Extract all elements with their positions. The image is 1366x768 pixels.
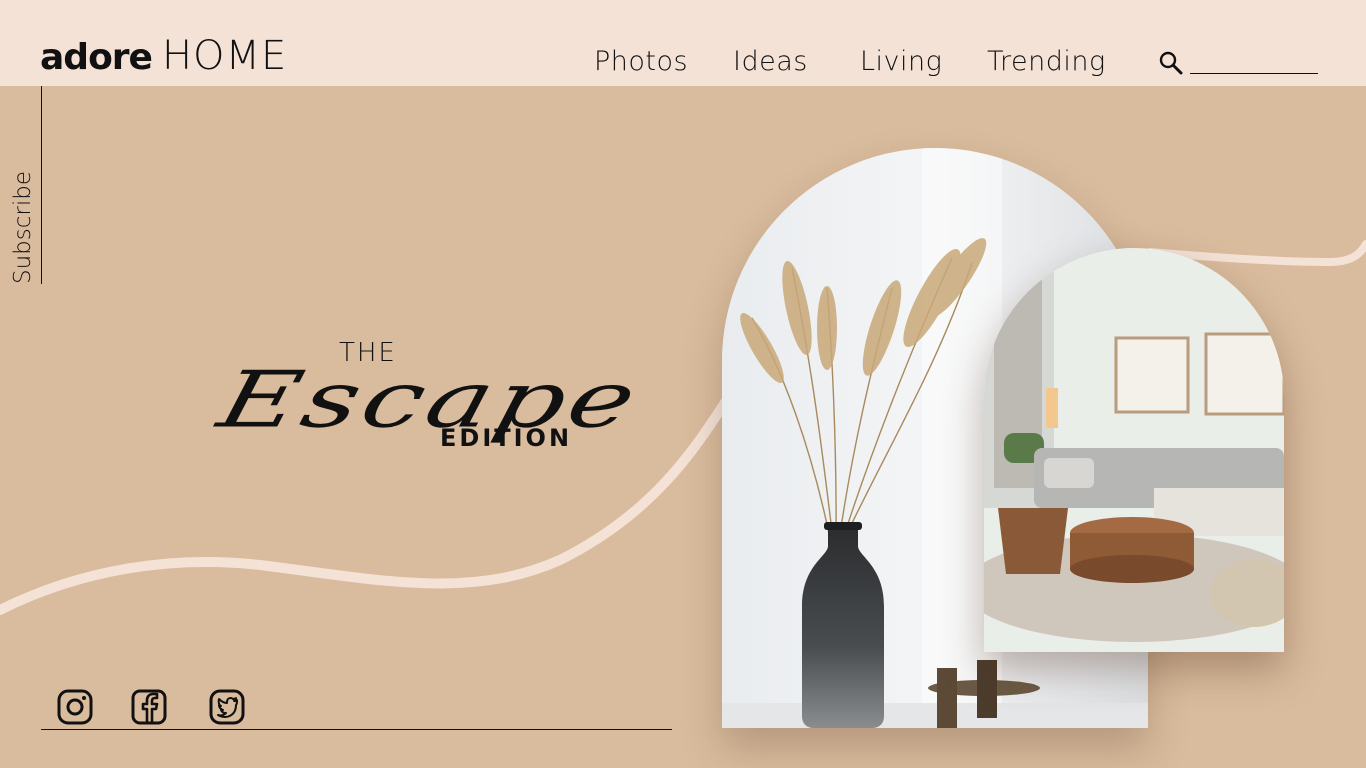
brand-logo[interactable]: adore HOME <box>40 34 287 78</box>
nav-link-ideas[interactable]: Ideas <box>733 46 808 77</box>
brand-logo-light: HOME <box>161 33 288 79</box>
hero-headline: Escape THE EDITION <box>200 310 760 470</box>
twitter-icon[interactable] <box>208 688 246 726</box>
search-icon[interactable] <box>1158 50 1184 76</box>
headline-escape: Escape <box>210 355 649 445</box>
nav-link-trending[interactable]: Trending <box>987 46 1106 77</box>
instagram-icon[interactable] <box>56 688 94 726</box>
footer-divider <box>41 729 672 730</box>
headline-the: THE <box>339 338 397 368</box>
living-room-image <box>984 248 1284 652</box>
headline-edition: EDITION <box>440 424 573 452</box>
facebook-icon[interactable] <box>130 688 168 726</box>
subscribe-label: Subscribe <box>10 170 36 284</box>
search-input[interactable] <box>1190 50 1318 74</box>
subscribe-link[interactable]: Subscribe <box>0 86 42 284</box>
nav-link-living[interactable]: Living <box>860 46 942 77</box>
brand-logo-bold: adore <box>40 37 153 78</box>
site-header: adore HOME Photos Ideas Living Trending <box>0 0 1366 86</box>
nav-link-photos[interactable]: Photos <box>594 46 688 77</box>
